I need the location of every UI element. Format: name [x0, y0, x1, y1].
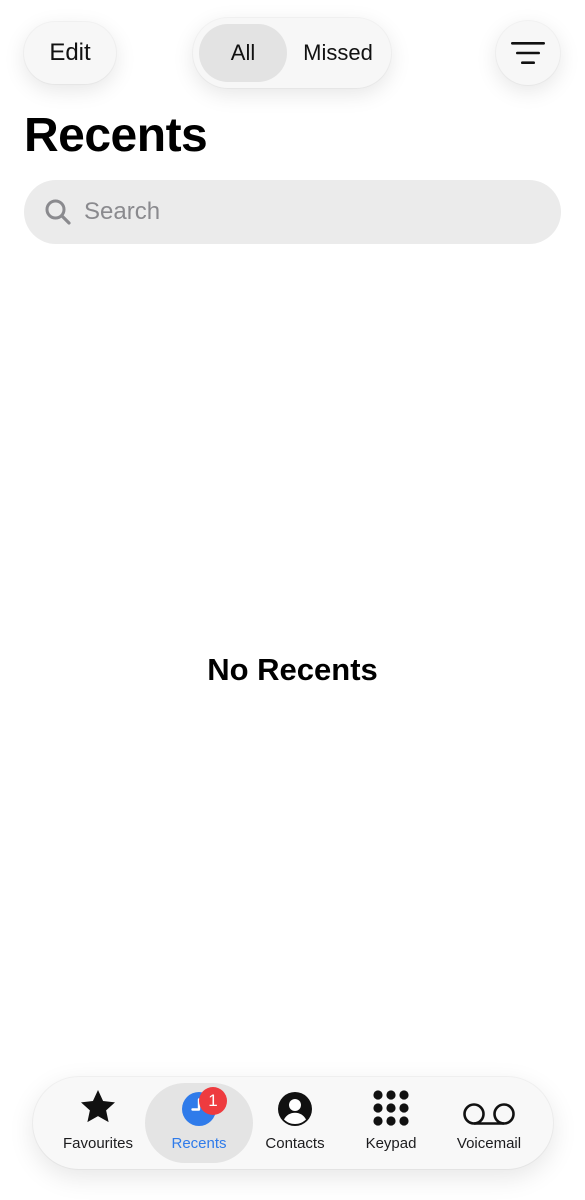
- segment-all-label: All: [230, 40, 256, 65]
- filter-button[interactable]: [496, 21, 560, 85]
- tab-keypad-label: Keypad: [365, 1135, 417, 1152]
- search-icon: [45, 199, 71, 225]
- empty-state-message: No Recents: [207, 652, 378, 687]
- person-circle-icon: [278, 1092, 312, 1126]
- search-input[interactable]: [84, 192, 524, 232]
- tab-voicemail-label: Voicemail: [456, 1135, 522, 1152]
- recents-badge: 1: [199, 1087, 227, 1115]
- segment-all[interactable]: All: [199, 24, 287, 82]
- edit-button[interactable]: Edit: [24, 22, 116, 84]
- voicemail-icon: [463, 1103, 515, 1125]
- tab-keypad[interactable]: Keypad: [345, 1083, 437, 1163]
- tab-recents[interactable]: 1 Recents: [145, 1083, 253, 1163]
- tab-favourites[interactable]: Favourites: [49, 1083, 147, 1163]
- edit-button-label: Edit: [49, 39, 91, 66]
- call-filter-segmented-control: All Missed: [193, 18, 391, 88]
- segment-missed-label: Missed: [303, 40, 373, 65]
- tab-favourites-label: Favourites: [62, 1135, 134, 1152]
- tab-voicemail[interactable]: Voicemail: [441, 1083, 537, 1163]
- tab-recents-label: Recents: [171, 1135, 227, 1152]
- tab-contacts[interactable]: Contacts: [249, 1083, 341, 1163]
- tab-contacts-label: Contacts: [265, 1135, 325, 1152]
- star-icon: [81, 1090, 115, 1123]
- search-bar[interactable]: [24, 180, 561, 244]
- recents-screen: Edit All Missed Recents No Recents: [0, 0, 585, 1200]
- tab-bar: Favourites 1 Recents Contacts Keypad Voi…: [33, 1077, 553, 1169]
- segment-missed[interactable]: Missed: [291, 24, 385, 82]
- keypad-icon: [373, 1090, 409, 1126]
- filter-lines-icon: [511, 42, 545, 64]
- page-title: Recents: [24, 109, 208, 162]
